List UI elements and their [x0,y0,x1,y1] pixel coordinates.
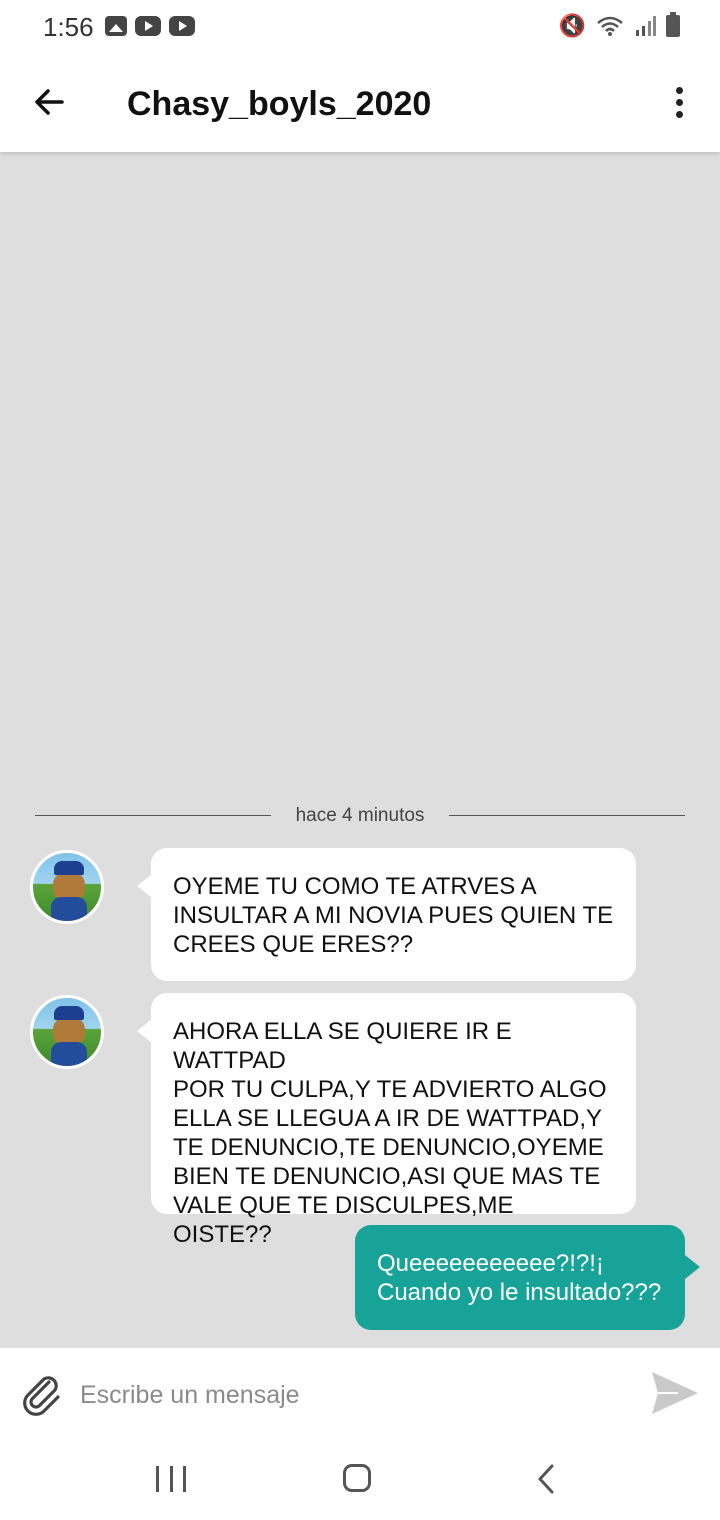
notification-icons [105,16,195,36]
youtube-icon [135,16,161,36]
recent-apps-button[interactable] [156,1466,186,1492]
time-divider: hace 4 minutos [35,805,685,829]
gallery-icon [105,16,127,36]
youtube-icon [169,16,195,36]
send-button[interactable] [648,1366,702,1420]
message-bubble-incoming[interactable]: OYEME TU COMO TE ATRVES A INSULTAR A MI … [137,848,636,981]
divider-line [449,815,685,816]
message-composer [0,1348,720,1440]
app-bar: Chasy_boyls_2020 [0,56,720,152]
wifi-icon [597,16,623,36]
system-back-button[interactable] [532,1462,560,1496]
status-time: 1:56 [43,12,94,42]
signal-icon [636,16,656,36]
more-options-button[interactable] [664,82,694,126]
sender-avatar[interactable] [30,995,104,1069]
time-divider-label: hace 4 minutos [295,805,425,826]
system-navigation-bar [0,1440,720,1520]
arrow-left-icon [35,89,64,115]
conversation-title: Chasy_boyls_2020 [127,85,432,123]
chevron-left-icon [538,1464,554,1494]
message-bubble-outgoing[interactable]: Queeeeeeeeeee?!?!¡ Cuando yo le insultad… [355,1225,700,1330]
message-bubble-incoming[interactable]: AHORA ELLA SE QUIERE IR E WATTPAD POR TU… [137,993,636,1248]
more-vertical-icon [664,87,694,118]
system-icons: 🔇 [558,12,680,38]
home-button[interactable] [343,1464,371,1492]
mute-icon: 🔇 [558,13,586,38]
paperclip-icon [23,1376,60,1416]
sender-avatar[interactable] [30,850,104,924]
send-icon [652,1372,698,1414]
back-button[interactable] [24,76,76,128]
status-bar: 1:56 🔇 [0,0,720,56]
attach-button[interactable] [16,1368,66,1418]
battery-icon [666,12,680,37]
message-input[interactable] [78,1372,622,1418]
